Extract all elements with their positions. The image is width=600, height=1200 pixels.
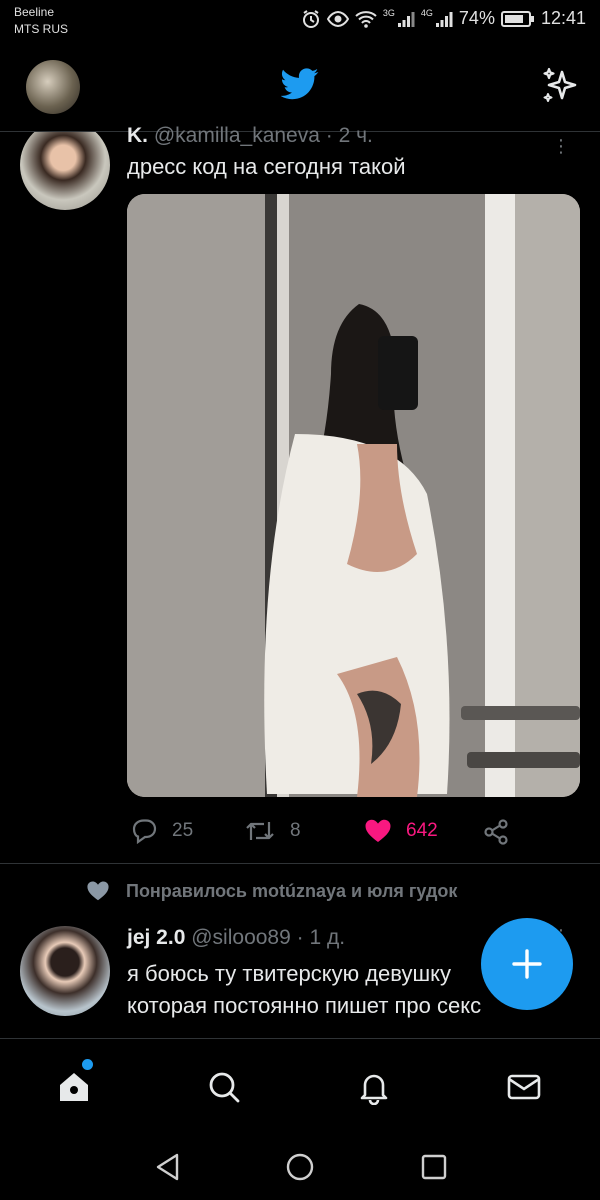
tweet-text: я боюсь ту твитерскую девушку которая по…: [127, 958, 481, 1022]
network-1-label: 3G: [382, 7, 395, 18]
nav-home[interactable]: [56, 1069, 92, 1105]
tweet-text-line-2: которая постоянно пишет про секс: [127, 993, 482, 1018]
more-options-icon[interactable]: ⋮: [552, 136, 570, 157]
reply-button[interactable]: 25: [130, 818, 193, 844]
new-content-dot: [82, 1059, 93, 1070]
twitter-bird-icon[interactable]: [281, 68, 319, 100]
status-bar: Beeline MTS RUS 3G 4G 74% 12:41: [0, 0, 600, 46]
heart-small-icon: [87, 881, 109, 901]
author-name[interactable]: jej 2.0: [127, 926, 185, 949]
tweet-author-avatar[interactable]: [20, 132, 110, 210]
profile-avatar[interactable]: [26, 60, 80, 114]
back-icon[interactable]: [154, 1152, 182, 1182]
reply-count: 25: [172, 820, 194, 841]
carrier-1: Beeline: [14, 5, 55, 19]
status-icons: 3G 4G 74% 12:41: [301, 8, 586, 29]
liked-by-text: Понравилось motúznaya и юля гудок: [126, 880, 458, 901]
alarm-icon: [302, 9, 319, 28]
battery-icon: [500, 10, 534, 27]
reply-icon: [132, 819, 157, 844]
nav-search[interactable]: [206, 1069, 242, 1105]
nav-messages[interactable]: [506, 1069, 542, 1105]
tweet-author-avatar[interactable]: [20, 926, 110, 1016]
liked-by-notice[interactable]: Понравилось motúznaya и юля гудок: [86, 880, 457, 902]
tweet-text: дресс код на сегодня такой: [127, 154, 406, 179]
share-icon: [484, 819, 508, 845]
mirror-selfie-image: [127, 194, 580, 797]
author-name[interactable]: K.: [127, 124, 148, 147]
signal-1-icon: [397, 11, 415, 27]
network-2-label: 4G: [420, 7, 433, 18]
author-handle[interactable]: @silooo89 · 1 д.: [191, 926, 345, 949]
notifications-icon: [360, 1074, 388, 1106]
battery-percent: 74%: [458, 8, 495, 28]
app-bar: [0, 46, 600, 132]
retweet-count: 8: [290, 820, 301, 841]
like-count: 642: [406, 820, 438, 841]
recents-icon[interactable]: [420, 1152, 448, 1182]
signal-2-icon: [435, 11, 453, 27]
plus-icon: [512, 949, 542, 979]
share-button[interactable]: [482, 818, 510, 846]
retweet-icon: [246, 822, 274, 840]
bottom-navigation: [0, 1038, 600, 1134]
tweet[interactable]: K. @kamilla_kaneva · 2 ч. ⋮ дресс код на…: [0, 124, 600, 864]
heart-filled-icon: [365, 819, 391, 842]
tweet-text-line-1: я боюсь ту твитерскую девушку: [127, 961, 452, 986]
eye-icon: [326, 10, 349, 27]
retweet-button[interactable]: 8: [244, 818, 301, 844]
tweet-header: K. @kamilla_kaneva · 2 ч.: [127, 124, 373, 148]
tweet-actions: 25 8 642: [130, 818, 530, 848]
carrier-2: MTS RUS: [14, 22, 68, 36]
author-handle[interactable]: @kamilla_kaneva · 2 ч.: [154, 124, 373, 147]
compose-tweet-button[interactable]: [481, 918, 573, 1010]
system-navigation: [0, 1134, 600, 1200]
nav-notifications[interactable]: [356, 1069, 392, 1106]
clock: 12:41: [540, 8, 586, 28]
sparkle-icon[interactable]: [540, 66, 580, 106]
messages-icon: [507, 1074, 541, 1100]
home-icon: [60, 1073, 88, 1101]
carrier-info: Beeline MTS RUS: [14, 4, 68, 38]
home-circle-icon[interactable]: [285, 1152, 315, 1182]
search-icon: [209, 1072, 240, 1103]
wifi-icon: [355, 10, 377, 28]
tweet-media-image[interactable]: [127, 194, 580, 797]
tweet-header: jej 2.0 @silooo89 · 1 д.: [127, 926, 345, 950]
like-button[interactable]: 642: [364, 818, 438, 844]
